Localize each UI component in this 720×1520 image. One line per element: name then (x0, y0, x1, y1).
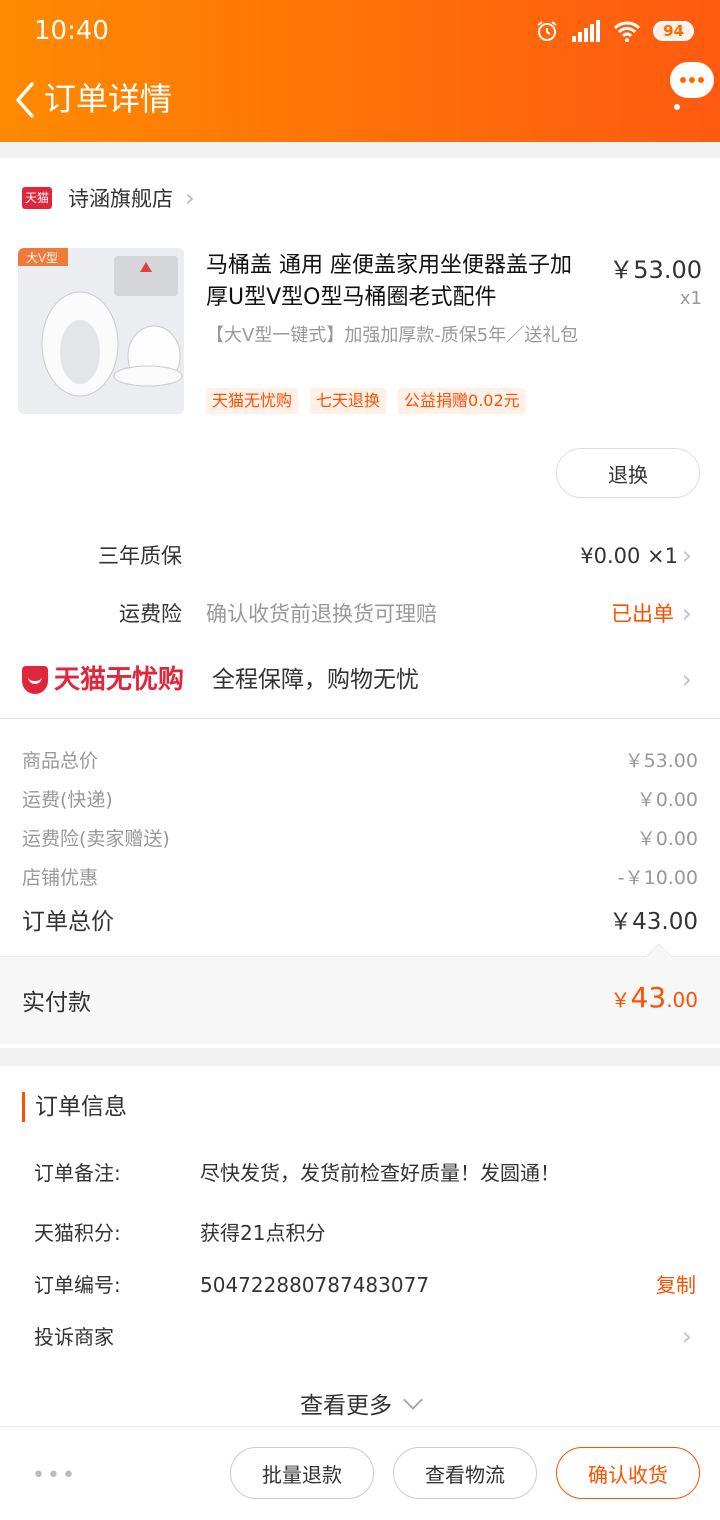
worry-free-row[interactable]: 天猫无忧购 全程保障，购物无忧 › (0, 658, 720, 702)
bottom-action-bar: ••• 批量退款 查看物流 确认收货 (0, 1426, 720, 1520)
paid-amount: ￥43.00 (611, 981, 698, 1014)
freight-insurance-desc: 确认收货前退换货可理赔 (206, 602, 437, 626)
view-logistics-button[interactable]: 查看物流 (393, 1447, 537, 1499)
fee-row: 运费险(卖家赠送) ￥0.00 (0, 824, 720, 854)
battery-indicator: 94 (653, 21, 694, 41)
order-remark-label: 订单备注: (34, 1161, 121, 1185)
chevron-down-icon (403, 1390, 423, 1410)
chevron-right-icon: › (681, 599, 692, 629)
worry-free-title: 天猫无忧购 (54, 665, 185, 695)
more-actions-button[interactable]: ••• (32, 1463, 77, 1488)
order-number-value: 504722880787483077 (200, 1273, 430, 1297)
shop-name: 诗涵旗舰店 (68, 187, 173, 211)
back-arrow-icon[interactable] (10, 78, 40, 122)
tmall-logo-icon: 天猫 (22, 187, 52, 209)
points-row: 天猫积分: 获得21点积分 (0, 1216, 720, 1250)
product-sku: 【大V型一键式】加强加厚款-质保5年／送礼包 (206, 325, 579, 346)
freight-insurance-status: 已出单 (611, 602, 674, 626)
fee-value: ￥0.00 (636, 828, 698, 850)
shield-icon (22, 666, 48, 694)
product-title[interactable]: 马桶盖 通用 座便盖家用坐便器盖子加厚U型V型O型马桶圈老式配件 (206, 250, 586, 314)
order-number-row: 订单编号: 504722880787483077 复制 (0, 1268, 720, 1302)
order-remark-value: 尽快发货，发货前检查好质量！发圆通！ (200, 1161, 560, 1185)
title-bar: 订单详情 (0, 62, 720, 130)
order-info-title: 订单信息 (22, 1092, 127, 1122)
order-total-row: 订单总价 ￥43.00 (0, 902, 720, 938)
paid-currency: ￥ (610, 988, 631, 1012)
status-icons: 94 (535, 19, 694, 43)
page-title: 订单详情 (44, 80, 173, 118)
refund-button[interactable]: 退换 (556, 448, 700, 498)
fee-value: ￥53.00 (624, 750, 698, 772)
order-card: 天猫 诗涵旗舰店 › 大V型 马桶盖 通用 座便盖家用坐便器盖子加厚U型V型O型… (0, 158, 720, 1048)
paid-decimal: .00 (666, 988, 698, 1012)
fee-value: -￥10.00 (617, 867, 698, 889)
product-price: ￥53.00 (609, 256, 702, 284)
worry-free-desc: 全程保障，购物无忧 (212, 667, 419, 693)
fee-label: 商品总价 (22, 750, 99, 772)
fee-row: 商品总价 ￥53.00 (0, 746, 720, 776)
order-info-section: 订单信息 订单备注: 尽快发货，发货前检查好质量！发圆通！ 天猫积分: 获得21… (0, 1066, 720, 1426)
view-more-button[interactable]: 查看更多 (0, 1386, 720, 1420)
notification-dot (674, 104, 680, 110)
product-quantity: x1 (679, 288, 702, 309)
confirm-receipt-button[interactable]: 确认收货 (556, 1447, 700, 1499)
wifi-icon (614, 21, 641, 42)
fee-value: ￥0.00 (636, 789, 698, 811)
product-image-label: 大V型 (26, 251, 58, 265)
complaint-label: 投诉商家 (34, 1325, 114, 1349)
fee-label: 运费(快递) (22, 789, 113, 811)
alarm-icon (537, 21, 557, 41)
warranty-value: ¥0.00 ×1 (580, 544, 678, 568)
warranty-row[interactable]: 三年质保 ¥0.00 ×1 › (0, 534, 720, 578)
freight-insurance-row[interactable]: 运费险 确认收货前退换货可理赔 已出单 › (0, 592, 720, 636)
order-remark-row: 订单备注: 尽快发货，发货前检查好质量！发圆通！ (0, 1156, 720, 1190)
warranty-label: 三年质保 (98, 544, 182, 568)
points-label: 天猫积分: (34, 1221, 121, 1245)
product-image[interactable]: 大V型 (18, 248, 184, 414)
pointer-arrow (646, 943, 672, 969)
tag-worry-free: 天猫无忧购 (206, 388, 299, 414)
header: 10:40 94 订单详情 (0, 0, 720, 142)
status-time: 10:40 (34, 16, 109, 46)
status-bar: 10:40 94 (34, 14, 694, 48)
view-more-label: 查看更多 (300, 1393, 392, 1419)
product-tags: 天猫无忧购 七天退换 公益捐赠0.02元 (206, 388, 526, 414)
chevron-right-icon: › (681, 541, 692, 571)
chevron-right-icon: › (681, 1322, 692, 1352)
freight-insurance-label: 运费险 (119, 602, 182, 626)
paid-label: 实付款 (22, 990, 91, 1016)
fee-row: 店铺优惠 -￥10.00 (0, 863, 720, 893)
shop-link[interactable]: 天猫 诗涵旗舰店 › (22, 182, 195, 214)
points-value: 获得21点积分 (200, 1221, 326, 1245)
paid-integer: 43 (630, 981, 667, 1014)
copy-button[interactable]: 复制 (656, 1268, 696, 1302)
fee-label: 运费险(卖家赠送) (22, 828, 170, 850)
fee-row: 运费(快递) ￥0.00 (0, 785, 720, 815)
order-number-label: 订单编号: (34, 1273, 121, 1297)
paid-row: 实付款 ￥43.00 (0, 943, 720, 1044)
fee-label: 店铺优惠 (22, 867, 99, 889)
more-menu-button[interactable] (670, 62, 714, 98)
chevron-right-icon: › (185, 184, 195, 212)
chevron-right-icon: › (681, 665, 692, 695)
toilet-seat-image: 大V型 (18, 248, 184, 414)
order-total-label: 订单总价 (22, 909, 114, 935)
complaint-row[interactable]: 投诉商家 › (0, 1320, 720, 1354)
order-total-value: ￥43.00 (609, 909, 698, 935)
tag-charity: 公益捐赠0.02元 (398, 388, 526, 414)
batch-refund-button[interactable]: 批量退款 (230, 1447, 374, 1499)
divider (0, 718, 720, 719)
signal-icon (572, 20, 601, 42)
tag-seven-day-return: 七天退换 (310, 388, 387, 414)
